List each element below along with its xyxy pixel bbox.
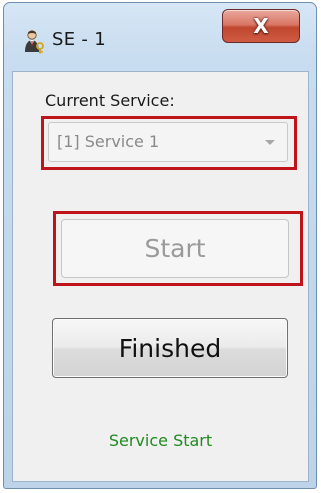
title-bar[interactable]: SE - 1 X xyxy=(4,3,316,71)
current-service-label: Current Service: xyxy=(45,91,175,110)
finished-button[interactable]: Finished xyxy=(52,318,288,378)
window-title: SE - 1 xyxy=(52,29,106,50)
user-key-icon xyxy=(24,30,46,54)
dropdown-highlight-box xyxy=(41,116,297,170)
start-highlight-box xyxy=(53,211,303,286)
status-text: Service Start xyxy=(108,431,213,450)
close-button[interactable]: X xyxy=(222,9,300,43)
close-icon: X xyxy=(253,14,269,38)
